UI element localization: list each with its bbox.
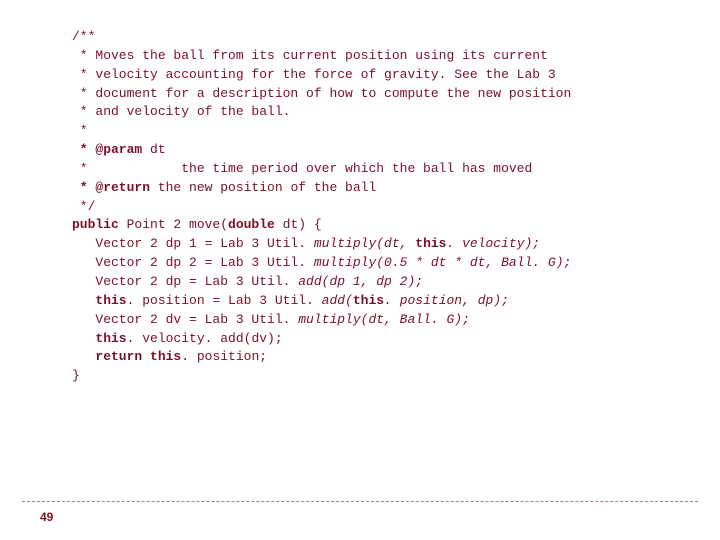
keyword-this: this <box>415 236 446 251</box>
method-call: . position, dp); <box>384 293 509 308</box>
method-call: add(dp 1, dp 2); <box>290 274 423 289</box>
keyword-this: this <box>353 293 384 308</box>
code-text: Vector 2 dv = Lab 3 Util. <box>72 312 290 327</box>
keyword-double: double <box>228 217 275 232</box>
code-text: . position = Lab 3 Util. <box>127 293 314 308</box>
code-line: } <box>72 368 80 383</box>
keyword-return-this: return this <box>95 349 181 364</box>
code-line: * the time period over which the ball ha… <box>72 161 532 176</box>
page-number: 49 <box>40 509 53 526</box>
keyword-this: this <box>95 293 126 308</box>
keyword-this: this <box>95 331 126 346</box>
method-call: multiply(dt, Ball. G); <box>290 312 469 327</box>
method-call: multiply(dt, <box>306 236 415 251</box>
code-block: /** * Moves the ball from its current po… <box>72 28 690 386</box>
method-call: . velocity); <box>446 236 540 251</box>
code-line: * velocity accounting for the force of g… <box>72 67 556 82</box>
code-line: /** <box>72 29 95 44</box>
code-line: * and velocity of the ball. <box>72 104 290 119</box>
keyword-public: public <box>72 217 119 232</box>
code-line: */ <box>72 199 95 214</box>
code-text: Vector 2 dp 1 = Lab 3 Util. <box>72 236 306 251</box>
slide: /** * Moves the ball from its current po… <box>0 0 720 540</box>
code-text: Vector 2 dp = Lab 3 Util. <box>72 274 290 289</box>
code-indent <box>72 293 95 308</box>
code-indent <box>72 349 95 364</box>
code-text: dt) { <box>275 217 322 232</box>
code-text: dt <box>142 142 165 157</box>
javadoc-param-tag: * @param <box>72 142 142 157</box>
method-call: multiply(0.5 * dt * dt, Ball. G); <box>306 255 571 270</box>
footer-divider <box>22 501 698 502</box>
code-text: Point 2 move( <box>119 217 228 232</box>
javadoc-return-tag: * @return <box>72 180 150 195</box>
code-text: . velocity. add(dv); <box>127 331 283 346</box>
code-line: * document for a description of how to c… <box>72 86 571 101</box>
code-text: . position; <box>181 349 267 364</box>
code-text: the new position of the ball <box>150 180 376 195</box>
code-line: * <box>72 123 95 138</box>
code-text: Vector 2 dp 2 = Lab 3 Util. <box>72 255 306 270</box>
code-indent <box>72 331 95 346</box>
method-call: add( <box>314 293 353 308</box>
code-line: * Moves the ball from its current positi… <box>72 48 548 63</box>
